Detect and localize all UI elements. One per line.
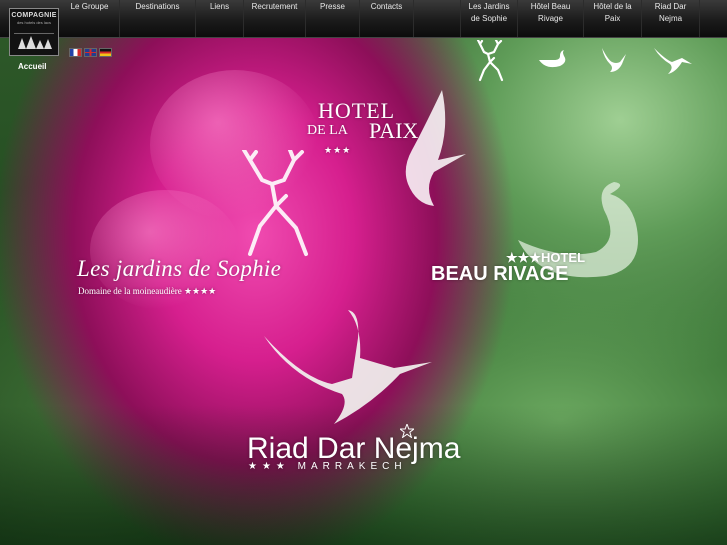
- nav-item-hotel-de-la-paix[interactable]: Hôtel de la Paix: [584, 0, 642, 37]
- nav-item-presse[interactable]: Presse: [306, 0, 360, 37]
- hotel-de-la-paix-stars: ★★★: [324, 145, 352, 155]
- flag-fr-icon[interactable]: [69, 48, 82, 57]
- hotel-de-la-paix-de-la-label[interactable]: DE LA: [307, 123, 348, 139]
- star-icon: [400, 424, 414, 438]
- nav-item-le-groupe[interactable]: Le Groupe: [60, 0, 120, 37]
- crane-emblem-icon[interactable]: [262, 308, 442, 428]
- company-logo[interactable]: COMPAGNIE des hotels des lacs: [9, 8, 59, 56]
- riad-dar-nejma-subtitle: ★★★ MARRAKECH: [248, 461, 407, 472]
- nav-item-destinations[interactable]: Destinations: [120, 0, 196, 37]
- language-selector: [69, 48, 112, 57]
- tree-icon: [14, 33, 54, 49]
- nav-item-hotel-beau-rivage[interactable]: Hôtel Beau Rivage: [518, 0, 584, 37]
- swan-icon[interactable]: [536, 48, 570, 72]
- beau-rivage-name[interactable]: BEAU RIVAGE: [431, 263, 568, 286]
- nav-item-recrutement[interactable]: Recrutement: [244, 0, 306, 37]
- crane-icon[interactable]: [652, 42, 694, 76]
- nav-item-jardins-de-sophie[interactable]: Les Jardins de Sophie: [460, 0, 518, 37]
- logo-text: COMPAGNIE: [11, 12, 57, 19]
- jardins-de-sophie-title[interactable]: Les jardins de Sophie: [77, 256, 281, 282]
- hotel-de-la-paix-name[interactable]: PAIX: [369, 118, 418, 144]
- jardins-de-sophie-subtitle: Domaine de la moineaudière ★★★★: [78, 286, 217, 296]
- deer-icon[interactable]: [470, 40, 506, 82]
- dove-icon[interactable]: [598, 44, 630, 74]
- logo-subtext: des hotels des lacs: [16, 20, 52, 25]
- home-link[interactable]: Accueil: [18, 62, 46, 71]
- nav-item-liens[interactable]: Liens: [196, 0, 244, 37]
- top-navigation: Le Groupe Destinations Liens Recrutement…: [0, 0, 727, 38]
- flag-de-icon[interactable]: [99, 48, 112, 57]
- nav-item-contacts[interactable]: Contacts: [360, 0, 414, 37]
- nav-item-riad-dar-nejma[interactable]: Riad Dar Nejma: [642, 0, 700, 37]
- deer-emblem-icon[interactable]: [220, 150, 320, 260]
- flag-en-icon[interactable]: [84, 48, 97, 57]
